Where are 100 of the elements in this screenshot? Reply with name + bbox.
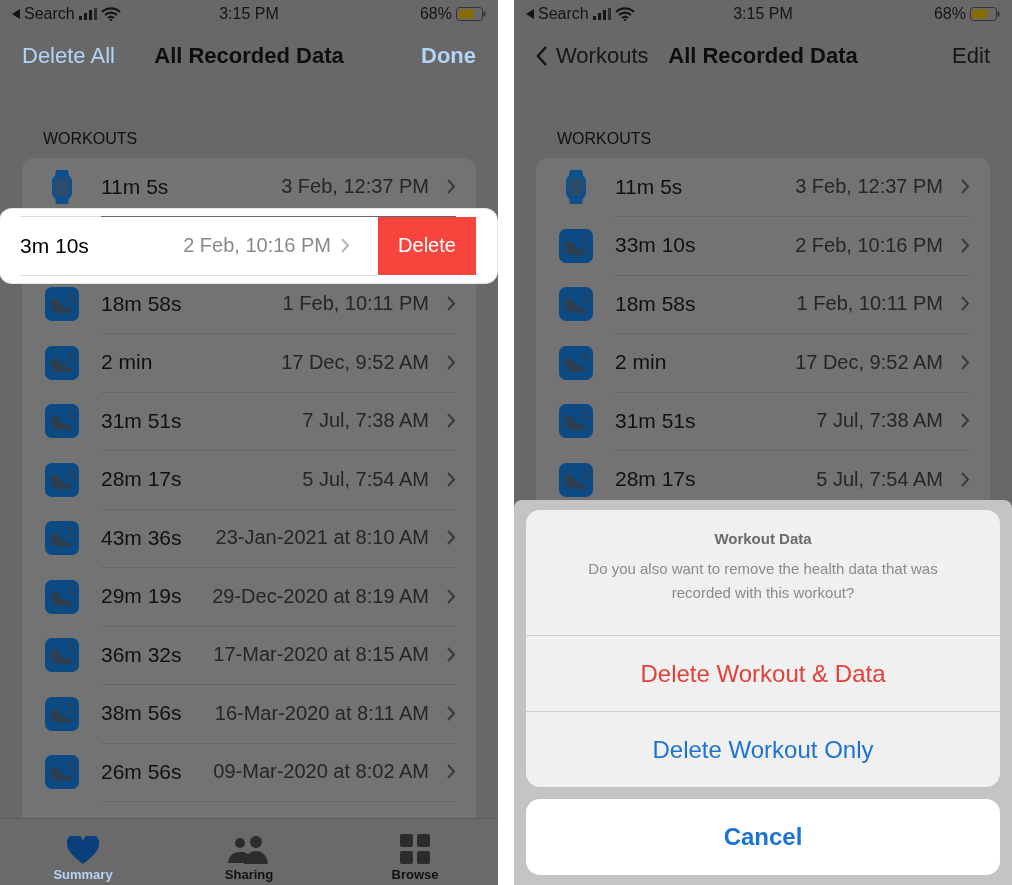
- battery-percent: 68%: [933, 5, 966, 23]
- workout-date: 17 Dec, 9:52 AM: [281, 350, 429, 374]
- sheet-message: Do you also want to remove the health data that was recorded with this workout?: [587, 559, 939, 603]
- workout-row[interactable]: 31m 51s 7 Jul, 7:38 AM: [536, 392, 990, 451]
- people-icon: [228, 836, 270, 864]
- workout-date: 2 Feb, 10:16 PM: [795, 233, 943, 257]
- shoe-icon: [45, 638, 79, 673]
- chevron-icon: [961, 296, 970, 312]
- screen-title: All Recorded Data: [668, 43, 858, 69]
- shoe-icon: [45, 404, 79, 439]
- battery-icon: [970, 7, 1000, 21]
- workout-date: 3 Feb, 12:37 PM: [795, 175, 943, 199]
- chevron-icon: [447, 764, 456, 780]
- workout-date: 5 Jul, 7:54 AM: [302, 467, 429, 491]
- workout-duration: 43m 36s: [101, 525, 182, 550]
- chevron-icon: [961, 471, 970, 487]
- workout-duration: 11m 5s: [615, 174, 683, 199]
- workout-row[interactable]: 26m 56s 09-Mar-2020 at 8:02 AM: [22, 743, 476, 802]
- tab[interactable]: Sharing: [166, 819, 332, 885]
- tab[interactable]: Browse: [332, 819, 498, 885]
- workout-duration: 3m 10s: [20, 233, 89, 258]
- chevron-icon: [447, 530, 456, 546]
- destructive-action-button[interactable]: Delete Workout & Data: [526, 635, 1000, 711]
- workout-duration: 11m 5s: [101, 174, 169, 199]
- workout-date: 09-Mar-2020 at 8:02 AM: [213, 760, 429, 784]
- chevron-icon: [447, 588, 456, 604]
- back-arrow-icon: [526, 9, 534, 19]
- nav-right-button[interactable]: Done: [421, 43, 476, 69]
- workout-duration: 29m 19s: [101, 584, 182, 609]
- chevron-icon: [961, 354, 970, 370]
- battery-percent: 68%: [419, 5, 452, 23]
- workout-date: 1 Feb, 10:11 PM: [282, 292, 429, 316]
- wifi-icon: [614, 7, 635, 21]
- workout-duration: 2 min: [615, 350, 667, 375]
- back-chevron-icon: [536, 45, 548, 67]
- workout-row[interactable]: 38m 56s 16-Mar-2020 at 8:11 AM: [22, 684, 476, 743]
- workout-row[interactable]: 2 min 17 Dec, 9:52 AM: [536, 333, 990, 392]
- back-arrow-icon: [12, 9, 20, 19]
- shoe-icon: [45, 521, 79, 556]
- swiped-workout-row[interactable]: 3m 10s 2 Feb, 10:16 PM Delete: [0, 208, 497, 283]
- workout-date: 5 Jul, 7:54 AM: [816, 467, 943, 491]
- tab[interactable]: Summary: [0, 819, 166, 885]
- chevron-icon: [447, 296, 456, 312]
- status-time: 3:15 PM: [733, 5, 793, 22]
- shoe-icon: [45, 345, 79, 380]
- shoe-icon: [559, 228, 593, 263]
- workout-date: 7 Jul, 7:38 AM: [816, 409, 943, 433]
- workout-row[interactable]: 28m 17s 5 Jul, 7:54 AM: [22, 450, 476, 509]
- battery-icon: [456, 7, 486, 21]
- shoe-icon: [45, 462, 79, 497]
- chevron-icon: [341, 238, 350, 254]
- workout-row[interactable]: 18m 58s 1 Feb, 10:11 PM: [536, 275, 990, 334]
- workout-row[interactable]: 11m 5s 3 Feb, 12:37 PM: [536, 158, 990, 217]
- back-app-label[interactable]: Search: [538, 5, 589, 23]
- workout-duration: 38m 56s: [101, 701, 182, 726]
- heart-icon: [67, 836, 99, 864]
- chevron-icon: [961, 179, 970, 195]
- grid-icon: [400, 834, 430, 864]
- shoe-icon: [45, 287, 79, 322]
- shoe-icon: [559, 462, 593, 497]
- workout-duration: 31m 51s: [101, 408, 182, 433]
- chevron-icon: [447, 354, 456, 370]
- workout-row[interactable]: 36m 32s 17-Mar-2020 at 8:15 AM: [22, 626, 476, 685]
- back-button[interactable]: Workouts: [536, 43, 649, 69]
- workout-date: 17-Mar-2020 at 8:15 AM: [213, 643, 429, 667]
- chevron-icon: [447, 647, 456, 663]
- action-button[interactable]: Delete Workout Only: [526, 711, 1000, 787]
- delete-all-button[interactable]: Delete All: [22, 43, 115, 69]
- workout-date: 23-Jan-2021 at 8:10 AM: [215, 526, 429, 550]
- workout-duration: 28m 17s: [615, 467, 696, 492]
- shoe-icon: [45, 579, 79, 614]
- workout-row[interactable]: 29m 19s 29-Dec-2020 at 8:19 AM: [22, 567, 476, 626]
- chevron-icon: [447, 705, 456, 721]
- workout-row[interactable]: 31m 51s 7 Jul, 7:38 AM: [22, 392, 476, 451]
- workout-duration: 18m 58s: [615, 291, 696, 316]
- status-time: 3:15 PM: [219, 5, 279, 22]
- screen-title: All Recorded Data: [154, 43, 344, 69]
- workout-row[interactable]: 43m 36s 23-Jan-2021 at 8:10 AM: [22, 509, 476, 568]
- workout-date: 7 Jul, 7:38 AM: [302, 409, 429, 433]
- sheet-title: Workout Data: [713, 530, 813, 547]
- workout-date: 3 Feb, 12:37 PM: [281, 175, 429, 199]
- delete-button[interactable]: Delete: [378, 216, 476, 275]
- chevron-icon: [961, 413, 970, 429]
- section-header: WORKOUTS: [557, 129, 653, 149]
- cancel-button[interactable]: Cancel: [526, 799, 1000, 875]
- chevron-icon: [447, 471, 456, 487]
- workout-date: 1 Feb, 10:11 PM: [796, 292, 943, 316]
- workout-duration: 33m 10s: [615, 233, 696, 258]
- signal-icon: [78, 8, 97, 20]
- workout-row[interactable]: 33m 10s 2 Feb, 10:16 PM: [536, 216, 990, 275]
- workout-row[interactable]: 2 min 17 Dec, 9:52 AM: [22, 333, 476, 392]
- workout-duration: 28m 17s: [101, 467, 182, 492]
- workout-duration: 36m 32s: [101, 642, 182, 667]
- chevron-icon: [961, 237, 970, 253]
- watch-icon: [50, 169, 74, 206]
- workout-duration: 31m 51s: [615, 408, 696, 433]
- shoe-icon: [559, 287, 593, 322]
- signal-icon: [592, 8, 611, 20]
- workout-duration: 26m 56s: [101, 759, 182, 784]
- back-app-label[interactable]: Search: [24, 5, 75, 23]
